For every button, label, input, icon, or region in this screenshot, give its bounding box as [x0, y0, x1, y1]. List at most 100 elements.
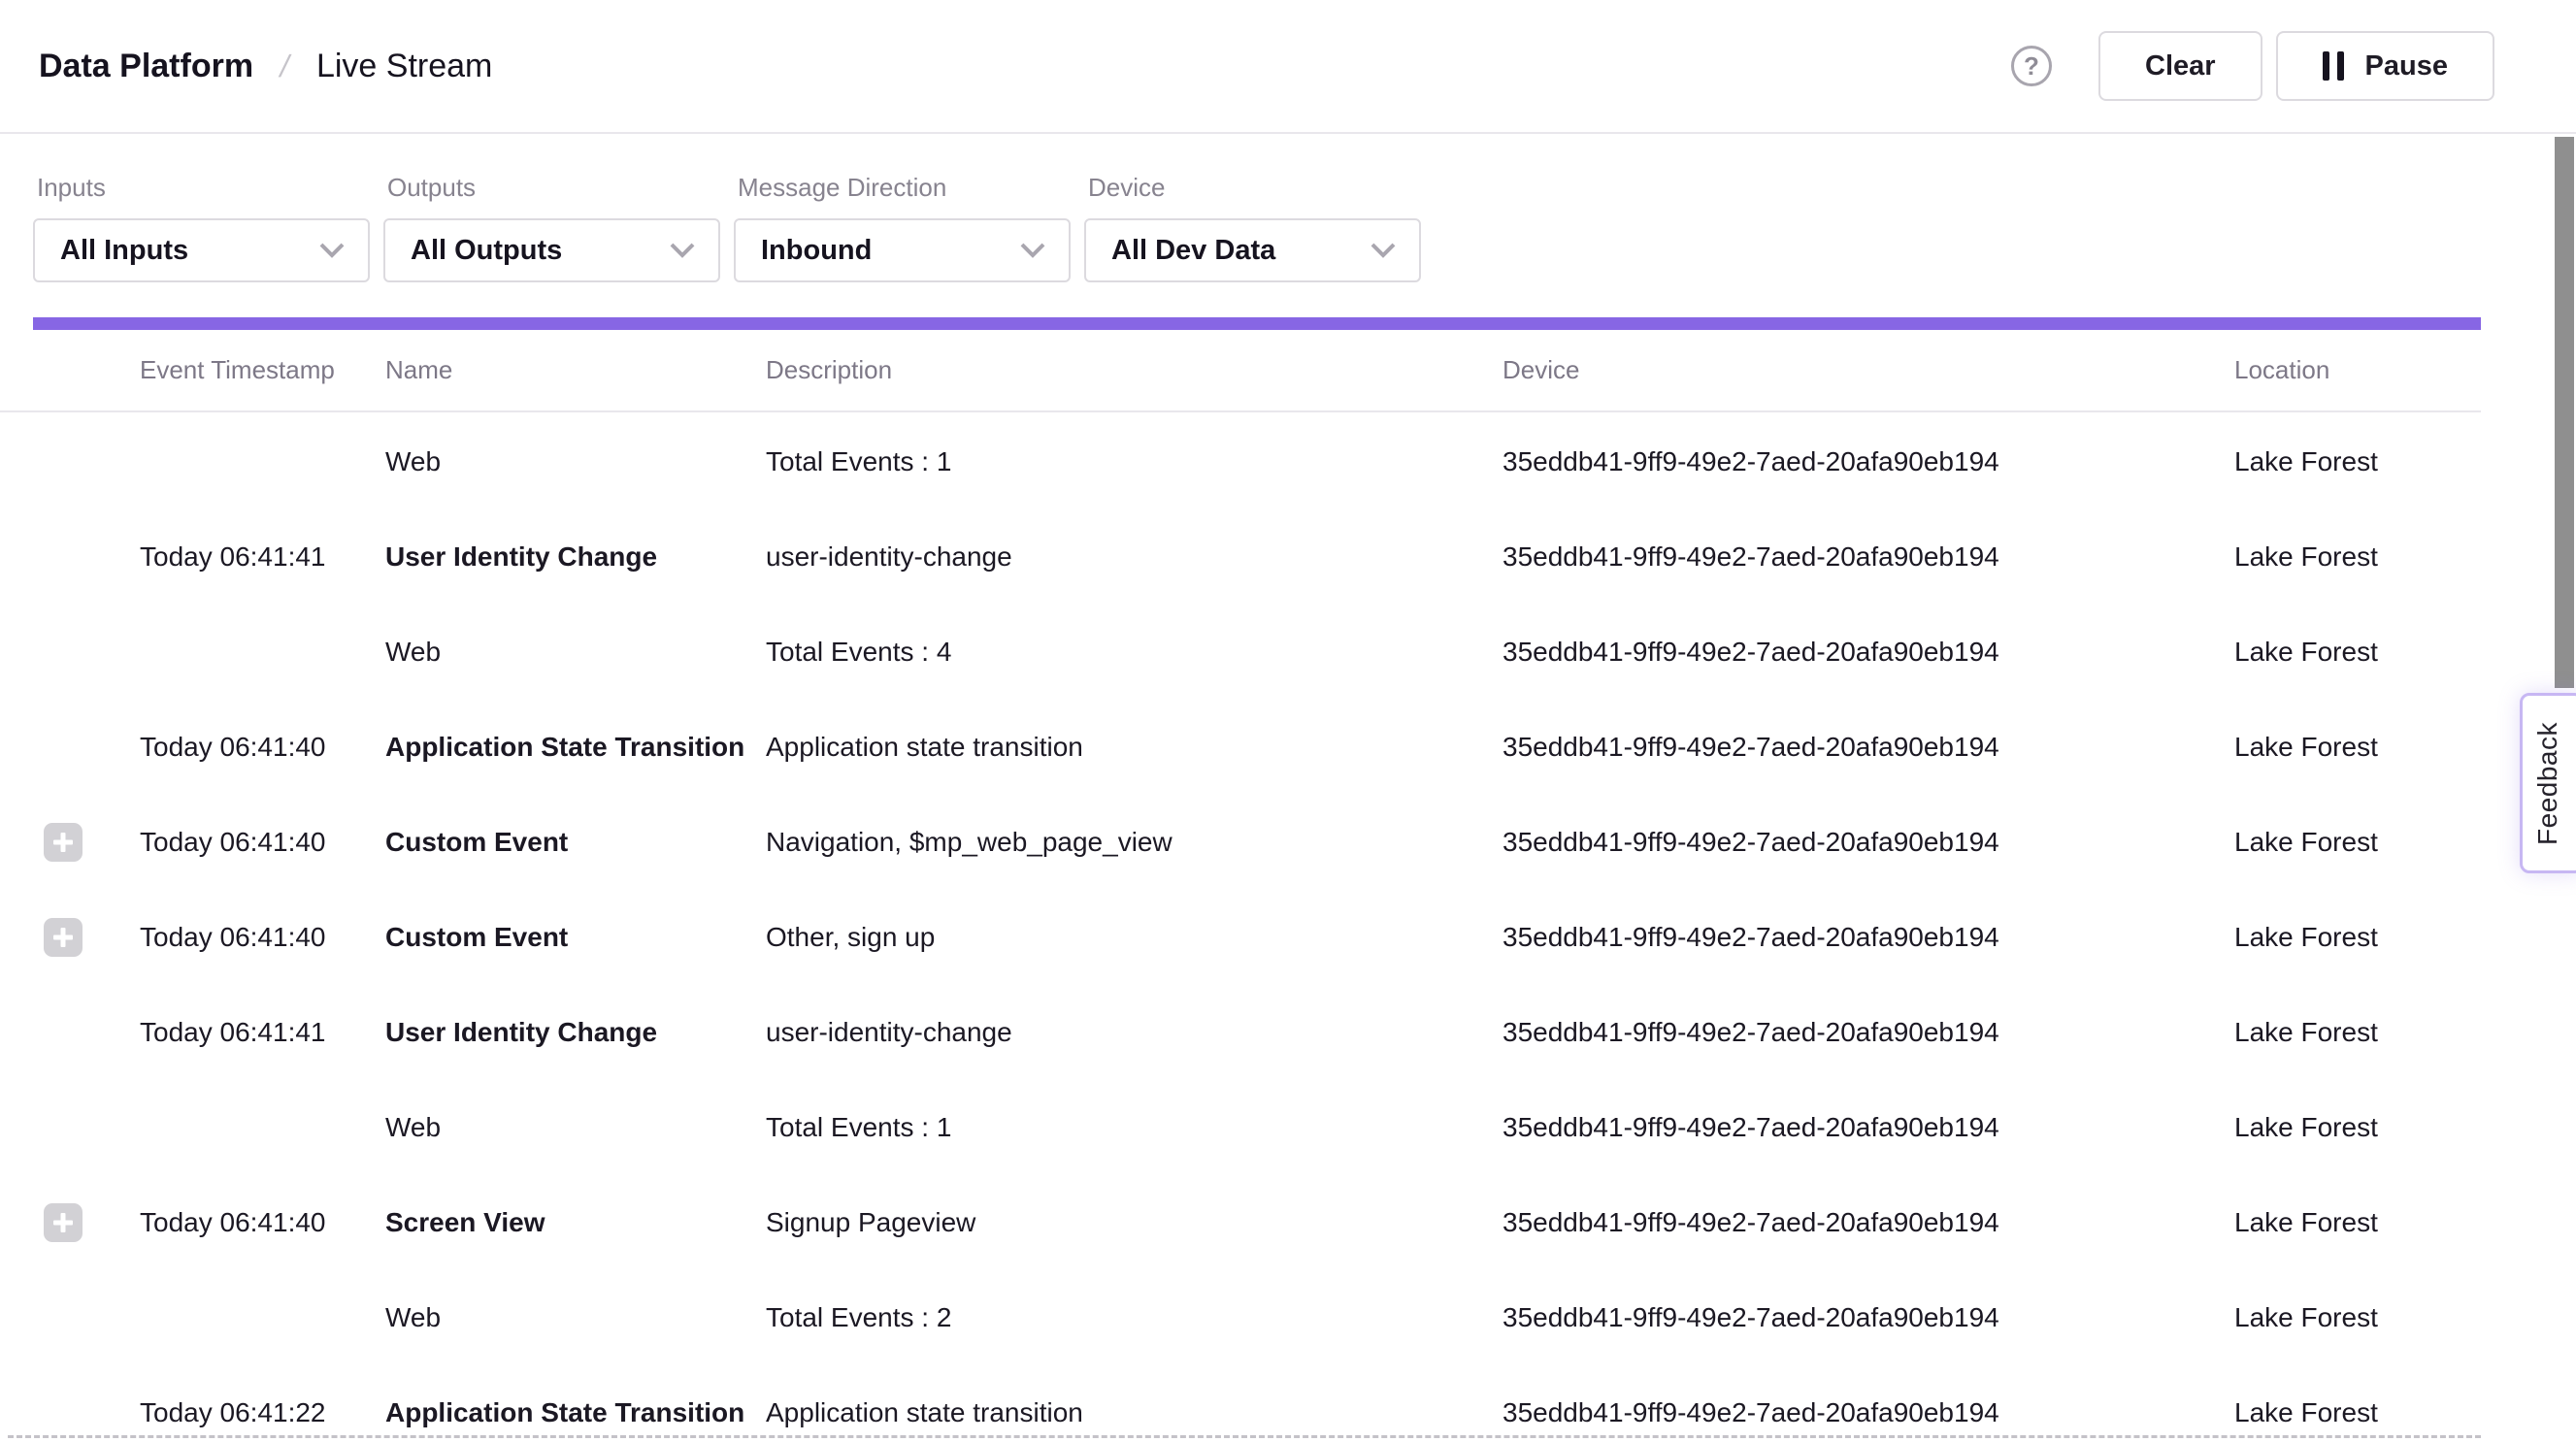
chevron-down-icon: [319, 243, 345, 258]
event-name-cell: User Identity Change: [385, 541, 766, 573]
device-id-cell: 35eddb41-9ff9-49e2-7aed-20afa90eb194: [1503, 827, 2234, 858]
device-id-cell: 35eddb41-9ff9-49e2-7aed-20afa90eb194: [1503, 922, 2234, 953]
device-id-cell: 35eddb41-9ff9-49e2-7aed-20afa90eb194: [1503, 1302, 2234, 1333]
expand-button[interactable]: [44, 823, 83, 862]
pause-button-label: Pause: [2365, 50, 2448, 82]
expand-button[interactable]: [44, 918, 83, 957]
expand-button[interactable]: [44, 1203, 83, 1242]
expand-cell: [33, 728, 140, 767]
event-description-cell: Total Events : 1: [766, 1112, 1503, 1143]
table-body: Web Total Events : 1 35eddb41-9ff9-49e2-…: [0, 414, 2481, 1442]
event-name-cell: Web: [385, 446, 766, 477]
chevron-down-icon: [670, 243, 695, 258]
chevron-down-icon: [1020, 243, 1045, 258]
filter-inputs: Inputs All Inputs: [33, 173, 370, 282]
location-cell: Lake Forest: [2234, 1302, 2481, 1333]
event-description-cell: Total Events : 4: [766, 637, 1503, 668]
row-divider-dashed: [8, 1435, 2481, 1438]
table-row[interactable]: Web Total Events : 2 35eddb41-9ff9-49e2-…: [0, 1270, 2481, 1365]
event-timestamp-cell: Today 06:41:40: [140, 1207, 385, 1238]
table-row[interactable]: Today 06:41:40 Application State Transit…: [0, 700, 2481, 795]
event-description-cell: Application state transition: [766, 732, 1503, 763]
event-timestamp-cell: Today 06:41:40: [140, 732, 385, 763]
expand-cell: [33, 1108, 140, 1147]
event-description-cell: Navigation, $mp_web_page_view: [766, 827, 1503, 858]
feedback-tab[interactable]: Feedback: [2520, 693, 2576, 873]
device-id-cell: 35eddb41-9ff9-49e2-7aed-20afa90eb194: [1503, 1397, 2234, 1428]
filter-label: Device: [1088, 173, 1421, 203]
device-id-cell: 35eddb41-9ff9-49e2-7aed-20afa90eb194: [1503, 1207, 2234, 1238]
device-select-value: All Dev Data: [1111, 235, 1275, 267]
col-location: Location: [2234, 355, 2481, 385]
outputs-select[interactable]: All Outputs: [383, 218, 720, 282]
inputs-select-value: All Inputs: [60, 235, 188, 267]
filter-outputs: Outputs All Outputs: [383, 173, 720, 282]
table-row[interactable]: Today 06:41:41 User Identity Change user…: [0, 985, 2481, 1080]
location-cell: Lake Forest: [2234, 1207, 2481, 1238]
breadcrumb-section[interactable]: Data Platform: [39, 48, 253, 85]
event-name-cell: Screen View: [385, 1207, 766, 1238]
expand-cell: [33, 823, 140, 862]
table-row[interactable]: Today 06:41:40 Custom Event Navigation, …: [0, 795, 2481, 890]
filter-bar: Inputs All Inputs Outputs All Outputs Me…: [33, 173, 1421, 282]
location-cell: Lake Forest: [2234, 541, 2481, 573]
event-description-cell: user-identity-change: [766, 541, 1503, 573]
expand-cell: [33, 442, 140, 481]
table-header: Event Timestamp Name Description Device …: [0, 330, 2481, 412]
live-stream-page: Data Platform / Live Stream ? Clear Paus…: [0, 0, 2576, 1442]
location-cell: Lake Forest: [2234, 637, 2481, 668]
message-direction-select-value: Inbound: [761, 235, 872, 267]
event-description-cell: user-identity-change: [766, 1017, 1503, 1048]
col-device: Device: [1503, 355, 2234, 385]
event-name-cell: Application State Transition: [385, 732, 766, 763]
pause-icon: [2323, 51, 2344, 81]
expand-cell: [33, 538, 140, 576]
pause-button[interactable]: Pause: [2276, 31, 2494, 101]
message-direction-select[interactable]: Inbound: [734, 218, 1071, 282]
clear-button[interactable]: Clear: [2098, 31, 2262, 101]
event-name-cell: Web: [385, 1302, 766, 1333]
event-description-cell: Total Events : 2: [766, 1302, 1503, 1333]
event-description-cell: Application state transition: [766, 1397, 1503, 1428]
event-timestamp-cell: Today 06:41:40: [140, 827, 385, 858]
table-row[interactable]: Today 06:41:40 Screen View Signup Pagevi…: [0, 1175, 2481, 1270]
device-select[interactable]: All Dev Data: [1084, 218, 1421, 282]
breadcrumb-separator: /: [277, 49, 293, 84]
event-description-cell: Other, sign up: [766, 922, 1503, 953]
filter-message-direction: Message Direction Inbound: [734, 173, 1071, 282]
location-cell: Lake Forest: [2234, 446, 2481, 477]
table-row[interactable]: Web Total Events : 1 35eddb41-9ff9-49e2-…: [0, 414, 2481, 509]
table-row[interactable]: Web Total Events : 1 35eddb41-9ff9-49e2-…: [0, 1080, 2481, 1175]
event-name-cell: Web: [385, 637, 766, 668]
page-header: Data Platform / Live Stream ? Clear Paus…: [0, 0, 2576, 134]
location-cell: Lake Forest: [2234, 1017, 2481, 1048]
help-icon[interactable]: ?: [2011, 46, 2052, 86]
event-timestamp-cell: Today 06:41:41: [140, 541, 385, 573]
breadcrumb: Data Platform / Live Stream: [39, 48, 492, 85]
filter-label: Inputs: [37, 173, 370, 203]
expand-cell: [33, 918, 140, 957]
device-id-cell: 35eddb41-9ff9-49e2-7aed-20afa90eb194: [1503, 732, 2234, 763]
event-timestamp-cell: Today 06:41:22: [140, 1397, 385, 1428]
table-row[interactable]: Today 06:41:40 Custom Event Other, sign …: [0, 890, 2481, 985]
expand-cell: [33, 1298, 140, 1337]
chevron-down-icon: [1371, 243, 1396, 258]
table-row[interactable]: Today 06:41:41 User Identity Change user…: [0, 509, 2481, 605]
filter-device: Device All Dev Data: [1084, 173, 1421, 282]
device-id-cell: 35eddb41-9ff9-49e2-7aed-20afa90eb194: [1503, 446, 2234, 477]
page-title: Live Stream: [316, 48, 492, 85]
table-row[interactable]: Web Total Events : 4 35eddb41-9ff9-49e2-…: [0, 605, 2481, 700]
expand-cell: [33, 1393, 140, 1432]
col-name: Name: [385, 355, 766, 385]
filter-label: Outputs: [387, 173, 720, 203]
event-name-cell: Web: [385, 1112, 766, 1143]
event-name-cell: User Identity Change: [385, 1017, 766, 1048]
device-id-cell: 35eddb41-9ff9-49e2-7aed-20afa90eb194: [1503, 1112, 2234, 1143]
event-name-cell: Custom Event: [385, 922, 766, 953]
table-row[interactable]: Today 06:41:22 Application State Transit…: [0, 1365, 2481, 1442]
expand-cell: [33, 1203, 140, 1242]
event-timestamp-cell: Today 06:41:41: [140, 1017, 385, 1048]
inputs-select[interactable]: All Inputs: [33, 218, 370, 282]
scrollbar-thumb[interactable]: [2555, 137, 2574, 688]
expand-cell: [33, 633, 140, 672]
